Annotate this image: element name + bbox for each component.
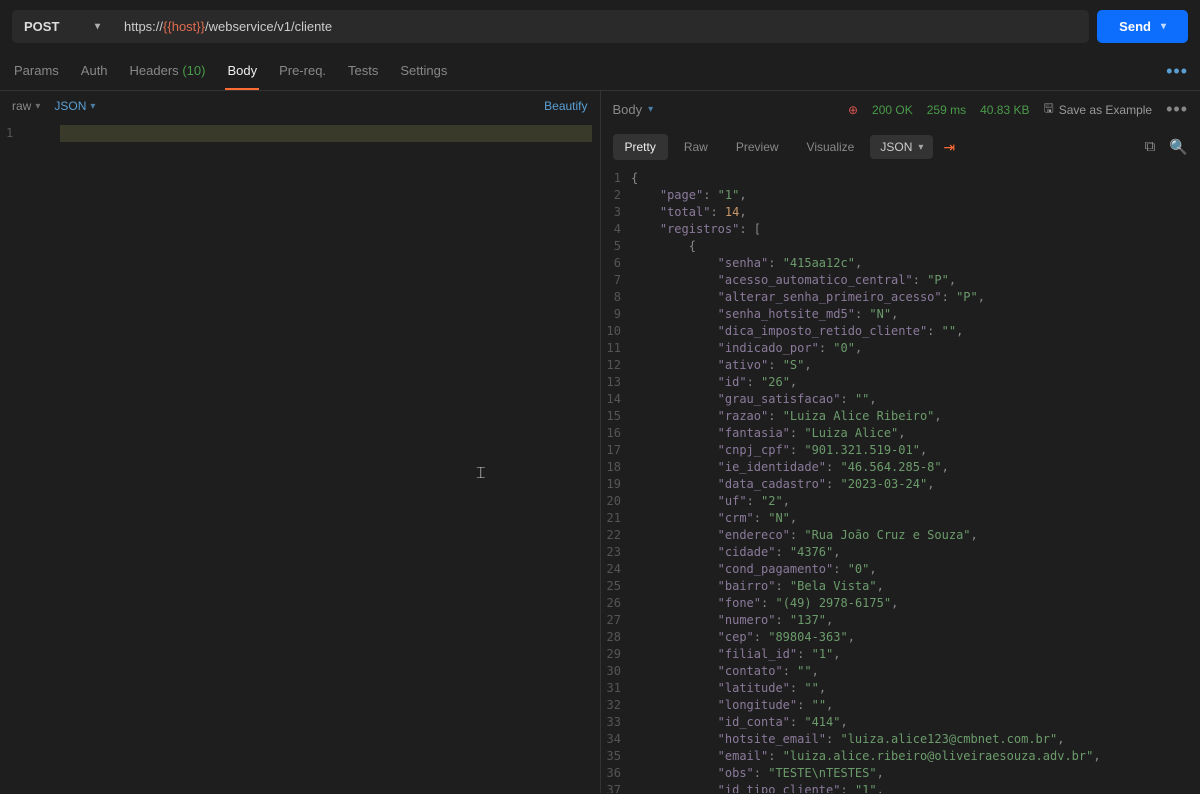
search-icon[interactable]: 🔍 [1169, 138, 1188, 156]
tab-headers-label: Headers [130, 63, 179, 78]
tab-body[interactable]: Body [225, 53, 259, 90]
resp-tab-pretty[interactable]: Pretty [613, 134, 668, 160]
line-wrap-icon[interactable]: ⇥ [937, 135, 961, 160]
response-section-label: Body [613, 102, 643, 117]
response-section-select[interactable]: Body ▾ [613, 102, 654, 117]
tab-tests[interactable]: Tests [346, 53, 380, 90]
tab-headers[interactable]: Headers (10) [128, 53, 208, 90]
resp-format-label: JSON [880, 140, 912, 154]
resp-tab-visualize[interactable]: Visualize [795, 134, 867, 160]
send-label: Send [1119, 19, 1151, 34]
resp-format-json[interactable]: JSON ▾ [870, 135, 933, 159]
status-code: 200 OK [872, 103, 913, 117]
tab-auth[interactable]: Auth [79, 53, 110, 90]
body-format-json[interactable]: JSON ▾ [54, 99, 95, 113]
beautify-button[interactable]: Beautify [544, 99, 587, 113]
resp-tab-raw[interactable]: Raw [672, 134, 720, 160]
chevron-down-icon: ▾ [918, 142, 923, 153]
network-globe-icon: ⊕ [848, 103, 858, 117]
response-body-viewer[interactable]: 1234567891011121314151617181920212223242… [601, 166, 1200, 793]
send-button[interactable]: Send ▾ [1097, 10, 1188, 43]
tab-headers-count: (10) [182, 63, 205, 78]
tab-settings[interactable]: Settings [398, 53, 449, 90]
cookies-link[interactable]: ••• [1166, 61, 1188, 82]
request-body-editor[interactable]: 1 [0, 121, 600, 793]
line-number: 1 [6, 125, 13, 142]
save-as-example-button[interactable]: 🖫 Save as Example [1043, 99, 1152, 120]
line-gutter: 1234567891011121314151617181920212223242… [601, 166, 631, 793]
body-type-raw[interactable]: raw ▾ [12, 99, 40, 113]
chevron-down-icon: ▾ [90, 101, 95, 112]
url-prefix: https:// [124, 19, 163, 34]
chevron-down-icon: ▾ [95, 21, 100, 32]
url-input[interactable]: https://{{host}}/webservice/v1/cliente [112, 10, 1089, 43]
save-icon: 🖫 [1043, 99, 1053, 120]
tab-prereq[interactable]: Pre-req. [277, 53, 328, 90]
chevron-down-icon: ▾ [1161, 21, 1166, 32]
line-gutter: 1 [0, 121, 23, 793]
chevron-down-icon: ▾ [648, 104, 653, 115]
copy-icon[interactable]: ⧉ [1145, 138, 1156, 156]
body-format-label: JSON [54, 99, 86, 113]
url-path: /webservice/v1/cliente [205, 19, 332, 34]
tab-params[interactable]: Params [12, 53, 61, 90]
save-label: Save as Example [1059, 103, 1152, 117]
response-size: 40.83 KB [980, 103, 1029, 117]
more-options-icon[interactable]: ••• [1166, 99, 1188, 120]
response-code: { "page": "1", "total": 14, "registros":… [631, 170, 1200, 793]
http-method-select[interactable]: POST ▾ [12, 10, 112, 43]
url-host-variable: {{host}} [163, 19, 205, 34]
body-type-label: raw [12, 99, 31, 113]
resp-tab-preview[interactable]: Preview [724, 134, 791, 160]
response-time: 259 ms [927, 103, 966, 117]
http-method-value: POST [24, 19, 59, 34]
chevron-down-icon: ▾ [35, 101, 40, 112]
